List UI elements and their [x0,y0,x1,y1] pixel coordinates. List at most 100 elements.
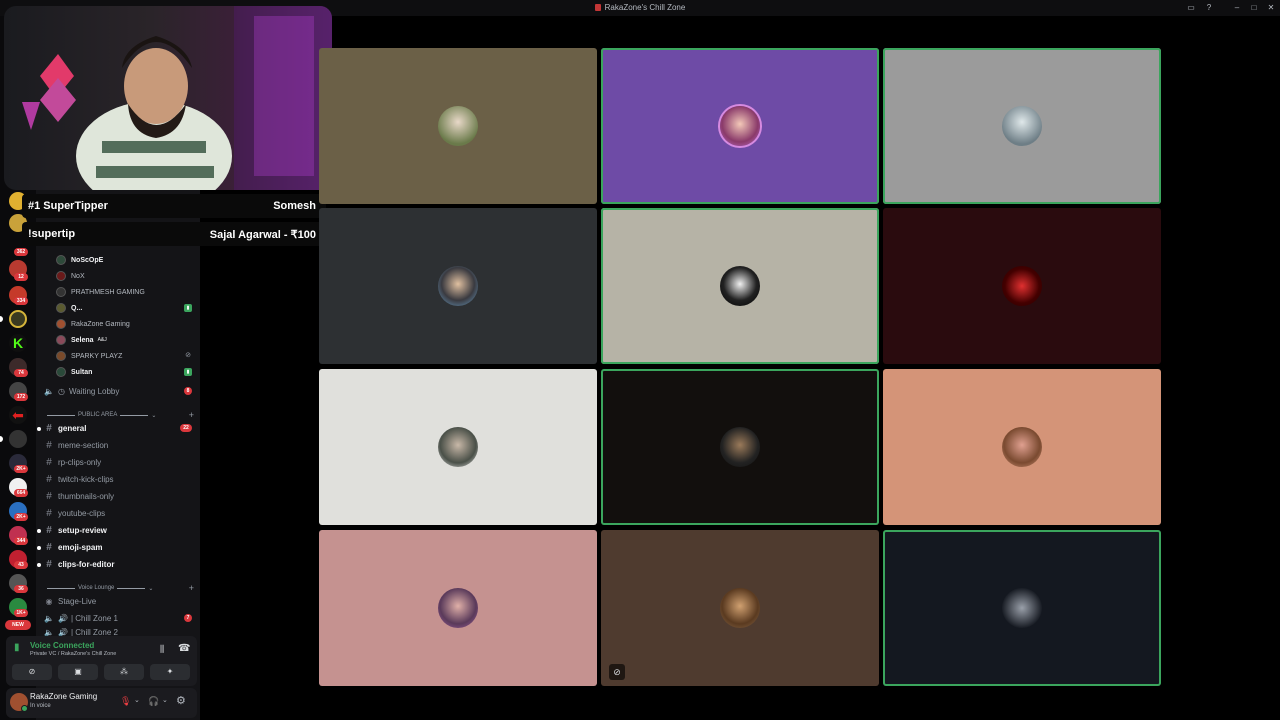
channel-stage-live[interactable]: ◉ Stage-Live [40,594,196,609]
unread-dot [37,562,41,567]
channel-youtube-clips[interactable]: # youtube-clips [40,506,196,521]
hash-icon: # [46,491,52,502]
unread-dot [37,426,41,431]
close-button[interactable]: ✕ [1266,3,1276,13]
divider [47,587,75,589]
voice-user[interactable]: PRATHMESH GAMING [56,286,145,298]
participant-tile[interactable] [601,208,879,364]
channel-chill-zone-1[interactable]: 🔈 🔊 | Chill Zone 1 7 [40,611,196,626]
speaker-icon: 🔈 [44,387,54,396]
voice-user-name: NoX [71,272,85,280]
participant-tile[interactable] [883,48,1161,204]
avatar [720,266,760,306]
channel-twitch-kick-clips[interactable]: # twitch-kick-clips [40,472,196,487]
avatar [56,335,66,345]
add-channel-icon[interactable]: + [189,410,194,420]
voice-user[interactable]: Q... [56,302,82,314]
user-tag: A&J [97,337,107,343]
minimize-button[interactable]: – [1232,3,1242,13]
voice-user[interactable]: RakaZone Gaming [56,318,130,330]
help-icon[interactable]: ? [1204,3,1214,13]
user-status: In voice [30,703,51,709]
participant-tile[interactable] [601,369,879,525]
channel-name: twitch-kick-clips [58,475,114,484]
channel-name: setup-review [58,526,107,535]
voice-location[interactable]: Private VC / RakaZone's Chill Zone [30,651,116,657]
streamer-webcam [4,6,332,190]
voice-status[interactable]: Voice Connected [30,641,94,650]
participant-tile[interactable] [319,369,597,525]
category-label: Voice Lounge [78,585,115,591]
voice-user-name: PRATHMESH GAMING [71,288,145,296]
channel-name: Waiting Lobby [68,387,120,396]
activities-button[interactable]: ⁂ [104,664,144,680]
headphones-icon[interactable]: 🎧 [148,696,159,707]
participant-tile[interactable]: ⊘ [601,530,879,686]
chevron-down-icon[interactable]: ⌄ [134,696,140,704]
screen-share-button[interactable]: ▣ [58,664,98,680]
mic-muted-icon: ⊘ [609,664,625,680]
mic-muted-icon[interactable]: 🎙 [120,696,131,707]
channel-rp-clips-only[interactable]: # rp-clips-only [40,455,196,470]
server-badge: 664 [14,489,28,497]
speaker-icon: 🔈 [44,614,54,623]
channel-chill-zone-2[interactable]: 🔈 🔊 | Chill Zone 2 [40,628,196,636]
participant-tile[interactable] [319,530,597,686]
avatar [1002,266,1042,306]
channel-clips-for-editor[interactable]: # clips-for-editor [37,557,196,572]
chevron-down-icon: ⌄ [151,412,157,419]
arrow-server-icon[interactable]: ⬅ [9,406,27,424]
maximize-button[interactable]: □ [1249,3,1259,13]
voice-user[interactable]: NoScOpE [56,254,103,266]
category-public-area[interactable]: PUBLIC AREA ⌄ + [44,410,194,420]
channel-general[interactable]: # general 22 [37,421,196,436]
participant-tile[interactable] [883,369,1161,525]
count-badge: 7 [184,614,192,622]
new-badge[interactable]: NEW [5,620,31,630]
divider [47,414,75,416]
channel-name: emoji-spam [58,543,103,552]
channel-setup-review[interactable]: # setup-review [37,523,196,538]
category-voice-lounge[interactable]: Voice Lounge ⌄ + [44,583,194,593]
chevron-down-icon[interactable]: ⌄ [162,696,168,704]
voice-user-name: Q... [71,304,83,312]
soundboard-button[interactable]: ✦ [150,664,190,680]
channel-thumbnails-only[interactable]: # thumbnails-only [40,489,196,504]
participant-tile[interactable] [883,530,1161,686]
server-icon[interactable] [9,430,27,448]
live-indicator: ▮ [184,304,192,312]
voice-user-name: NoScOpE [71,256,104,264]
camera-button[interactable]: ⊘ [12,664,52,680]
avatar [1002,588,1042,628]
server-badge: 172 [14,393,28,401]
participant-tile[interactable] [319,208,597,364]
voice-user[interactable]: NoX [56,270,85,282]
voice-user[interactable]: SPARKY PLAYZ [56,350,122,362]
participant-tile[interactable] [883,208,1161,364]
disconnect-icon[interactable]: ☎ [178,643,190,654]
server-icon[interactable] [9,310,27,328]
server-icon [594,4,601,11]
voice-user[interactable]: Sultan [56,366,92,378]
avatar [720,106,760,146]
hash-icon: # [46,559,52,570]
channel-emoji-spam[interactable]: # emoji-spam [37,540,196,555]
voice-user-name: Selena [71,336,94,344]
avatar [56,303,66,313]
participant-tile[interactable] [319,48,597,204]
add-channel-icon[interactable]: + [189,583,194,593]
server-badge: 43 [14,561,28,569]
live-indicator: ▮ [184,368,192,376]
kick-icon[interactable]: K [9,334,27,352]
server-badge: 2K+ [14,513,28,521]
username[interactable]: RakaZone Gaming [30,692,97,701]
channel-meme-section[interactable]: # meme-section [40,438,196,453]
speaker-emoji-icon: 🔊 [58,614,68,623]
noise-suppression-icon[interactable]: ⫼ [160,644,164,655]
voice-channel-waiting-lobby[interactable]: 🔈 ◷ Waiting Lobby 8 [40,384,196,399]
gear-icon[interactable]: ⚙ [176,694,186,707]
inbox-icon[interactable]: ▭ [1186,3,1196,13]
voice-user[interactable]: Selena A&J [56,334,107,346]
participant-tile[interactable] [601,48,879,204]
unread-dot [37,528,41,533]
